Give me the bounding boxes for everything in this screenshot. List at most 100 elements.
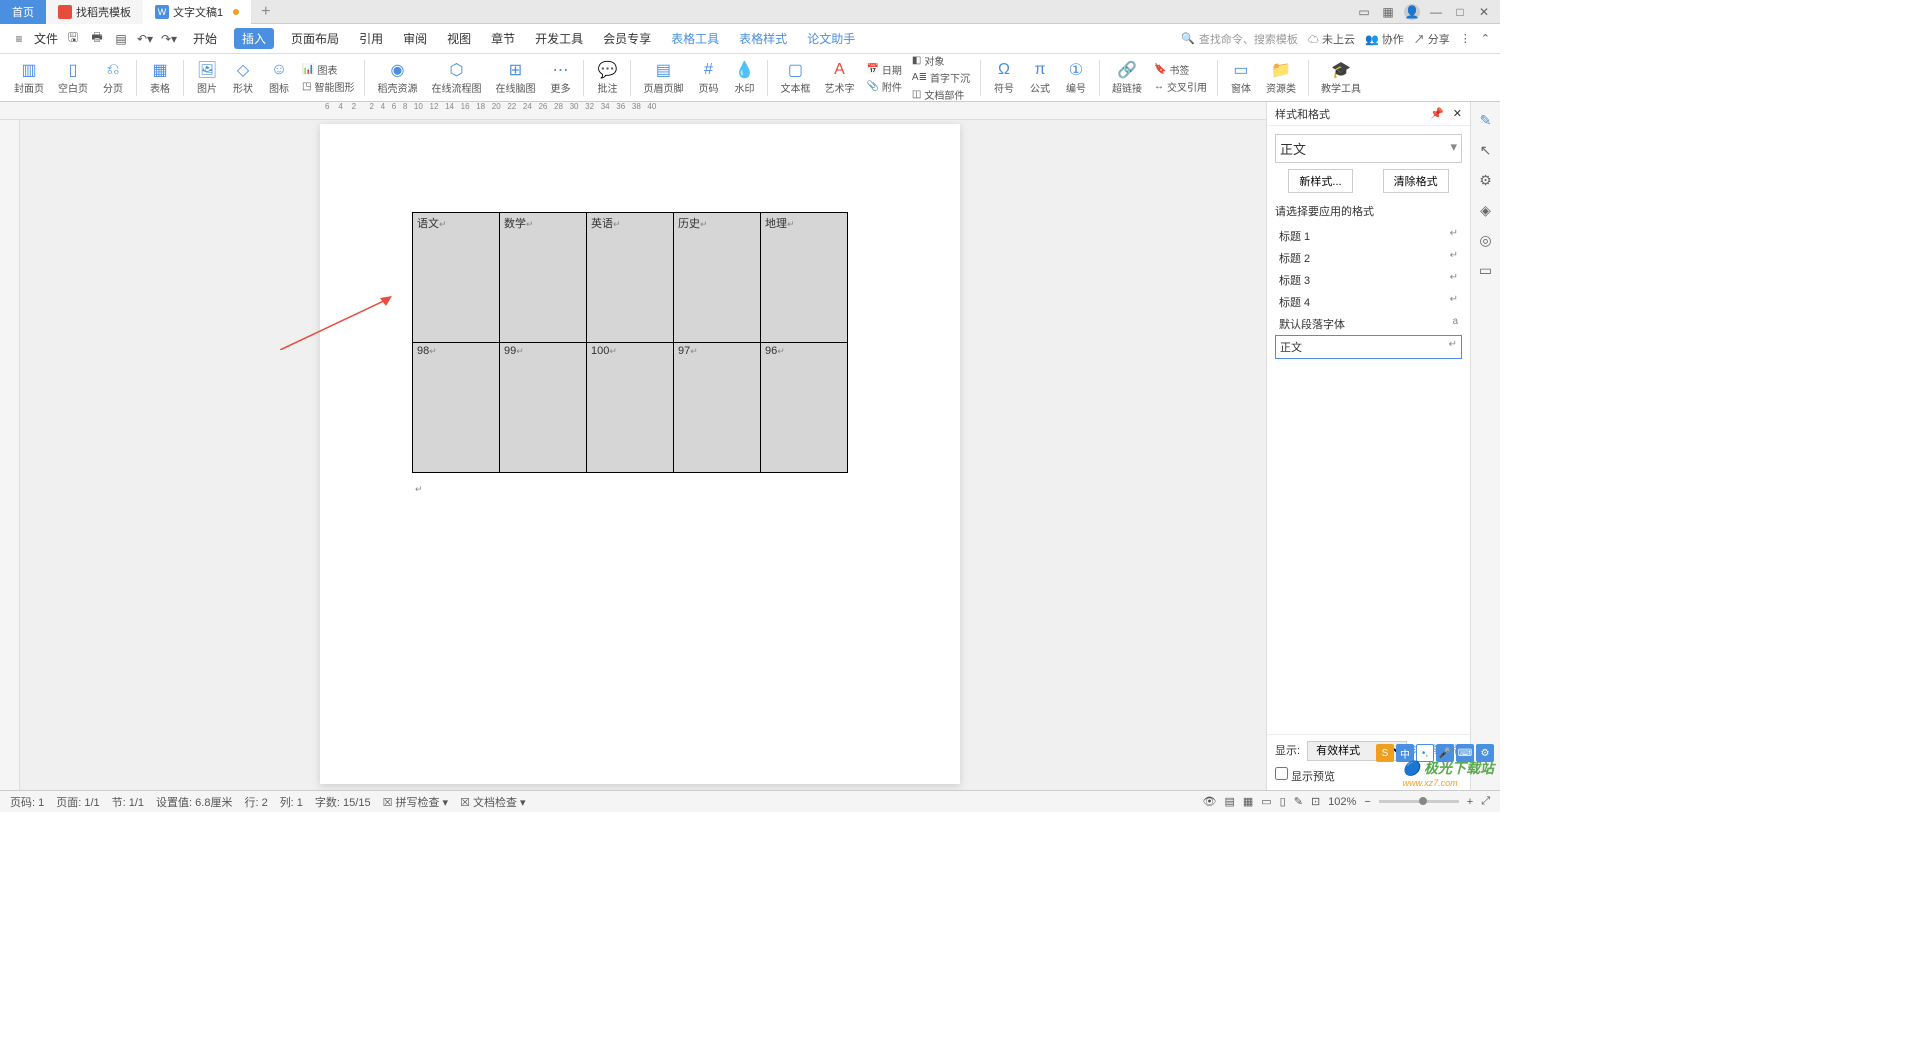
style-item-default-font[interactable]: 默认段落字体a — [1275, 313, 1462, 335]
collapse-ribbon-icon[interactable]: ⌃ — [1481, 32, 1490, 45]
undo-icon[interactable]: ↶▾ — [136, 30, 154, 48]
file-menu[interactable]: 文件 — [34, 30, 58, 47]
ribbon-textbox[interactable]: ▢文本框 — [774, 60, 816, 95]
status-pen-icon[interactable]: ✎ — [1294, 795, 1303, 808]
status-view1-icon[interactable]: ▤ — [1224, 795, 1234, 808]
maximize-button[interactable]: □ — [1452, 4, 1468, 20]
ribbon-link[interactable]: 🔗超链接 — [1106, 60, 1148, 95]
close-button[interactable]: ✕ — [1476, 4, 1492, 20]
zoom-fit-icon[interactable]: ⊡ — [1311, 795, 1320, 808]
ribbon-mind[interactable]: ⊞在线脑图 — [489, 60, 541, 95]
user-icon[interactable]: 👤 — [1404, 4, 1420, 20]
ribbon-object[interactable]: ◧ 对象 — [912, 53, 970, 68]
collab-button[interactable]: 👥 协作 — [1365, 31, 1404, 47]
status-col[interactable]: 列: 1 — [280, 794, 303, 810]
current-style-select[interactable]: 正文 ▾ — [1275, 134, 1462, 163]
grid-icon[interactable]: ▦ — [1380, 4, 1396, 20]
tab-document[interactable]: W 文字文稿1 — [143, 0, 251, 24]
zoom-slider[interactable] — [1379, 800, 1459, 803]
save-icon[interactable]: 🖫 — [64, 30, 82, 48]
ribbon-comment[interactable]: 💬批注 — [590, 60, 624, 95]
ribbon-more[interactable]: ⋯更多 — [543, 60, 577, 95]
vertical-ruler[interactable] — [0, 120, 20, 790]
share-button[interactable]: ↗ 分享 — [1414, 31, 1450, 47]
ribbon-chart[interactable]: 📊 图表 — [302, 62, 354, 77]
menu-tablestyle[interactable]: 表格样式 — [736, 28, 790, 49]
zoom-in-button[interactable]: + — [1467, 796, 1473, 808]
ribbon-icon[interactable]: ☺图标 — [262, 60, 296, 95]
status-view2-icon[interactable]: ▦ — [1243, 795, 1253, 808]
style-item-body[interactable]: 正文↵ — [1275, 335, 1462, 359]
ribbon-cover[interactable]: ▥封面页 — [8, 60, 50, 95]
status-eye-icon[interactable]: 👁 — [1202, 795, 1216, 808]
command-search[interactable]: 🔍 查找命令、搜索模板 — [1181, 31, 1298, 47]
menu-section[interactable]: 章节 — [488, 28, 518, 49]
new-style-button[interactable]: 新样式... — [1288, 169, 1352, 193]
menu-layout[interactable]: 页面布局 — [288, 28, 342, 49]
menu-member[interactable]: 会员专享 — [600, 28, 654, 49]
style-item-h1[interactable]: 标题 1↵ — [1275, 225, 1462, 247]
side-layers-icon[interactable]: ◈ — [1476, 200, 1496, 220]
ribbon-bookmark[interactable]: 🔖 书签 — [1154, 62, 1207, 77]
side-select-icon[interactable]: ↖ — [1476, 140, 1496, 160]
status-row[interactable]: 行: 2 — [244, 794, 267, 810]
panel-close-icon[interactable]: ✕ — [1453, 108, 1462, 120]
ribbon-dores[interactable]: ◉稻壳资源 — [371, 60, 423, 95]
ribbon-attach[interactable]: 📎 附件 — [866, 79, 901, 94]
status-section[interactable]: 节: 1/1 — [112, 794, 144, 810]
ribbon-blank[interactable]: ▯空白页 — [52, 60, 94, 95]
clear-format-button[interactable]: 清除格式 — [1383, 169, 1449, 193]
menu-start[interactable]: 开始 — [190, 28, 220, 49]
tab-template[interactable]: 找稻壳模板 — [46, 0, 143, 24]
ribbon-table[interactable]: ▦表格 — [143, 60, 177, 95]
ribbon-window[interactable]: ▭窗体 — [1224, 60, 1258, 95]
zoom-out-button[interactable]: − — [1364, 796, 1370, 808]
menu-ref[interactable]: 引用 — [356, 28, 386, 49]
ribbon-crossref[interactable]: ↔ 交叉引用 — [1154, 79, 1207, 94]
print-icon[interactable]: 🖶 — [88, 30, 106, 48]
minimize-button[interactable]: — — [1428, 4, 1444, 20]
ime-logo-icon[interactable]: S — [1376, 744, 1394, 762]
menu-paper[interactable]: 论文助手 — [804, 28, 858, 49]
tab-home[interactable]: 首页 — [0, 0, 46, 24]
status-chars[interactable]: 字数: 15/15 — [315, 794, 371, 810]
ribbon-symbol[interactable]: Ω符号 — [987, 60, 1021, 95]
menu-tabletool[interactable]: 表格工具 — [668, 28, 722, 49]
ribbon-teach[interactable]: 🎓教学工具 — [1315, 60, 1367, 95]
ribbon-shape[interactable]: ◇形状 — [226, 60, 260, 95]
status-spell[interactable]: ☒ 拼写检查 ▾ — [383, 794, 449, 810]
cloud-status[interactable]: ☁ 未上云 — [1308, 31, 1355, 47]
ribbon-rescls[interactable]: 📁资源类 — [1260, 60, 1302, 95]
status-view4-icon[interactable]: ▯ — [1280, 795, 1286, 808]
style-item-h2[interactable]: 标题 2↵ — [1275, 247, 1462, 269]
ribbon-image[interactable]: 🖼图片 — [190, 60, 224, 95]
add-tab-button[interactable]: + — [251, 3, 280, 21]
ribbon-header[interactable]: ▤页眉页脚 — [637, 60, 689, 95]
ribbon-water[interactable]: 💧水印 — [727, 60, 761, 95]
menu-view[interactable]: 视图 — [444, 28, 474, 49]
panel-pin-icon[interactable]: 📌 — [1430, 108, 1444, 120]
ribbon-smart[interactable]: ◳ 智能图形 — [302, 79, 354, 94]
ribbon-wordart[interactable]: A艺术字 — [818, 60, 860, 95]
style-item-h3[interactable]: 标题 3↵ — [1275, 269, 1462, 291]
ribbon-flow[interactable]: ⬡在线流程图 — [425, 60, 487, 95]
menu-dev[interactable]: 开发工具 — [532, 28, 586, 49]
zoom-value[interactable]: 102% — [1328, 796, 1356, 808]
document-canvas[interactable]: 语文↵ 数学↵ 英语↵ 历史↵ 地理↵ 98↵ 99↵ 100↵ 97↵ 96↵… — [20, 120, 1266, 790]
ribbon-firstdrop[interactable]: A≣ 首字下沉 — [912, 70, 970, 85]
ribbon-pagenum[interactable]: #页码 — [691, 60, 725, 95]
document-table[interactable]: 语文↵ 数学↵ 英语↵ 历史↵ 地理↵ 98↵ 99↵ 100↵ 97↵ 96↵ — [412, 212, 848, 473]
side-pencil-icon[interactable]: ✎ — [1476, 110, 1496, 130]
ribbon-docpart[interactable]: ◫ 文档部件 — [912, 87, 970, 102]
ribbon-number[interactable]: ①编号 — [1059, 60, 1093, 95]
status-doccheck[interactable]: ☒ 文档检查 ▾ — [460, 794, 526, 810]
preview-checkbox[interactable]: 显示预览 — [1275, 771, 1335, 783]
side-location-icon[interactable]: ◎ — [1476, 230, 1496, 250]
ribbon-break[interactable]: ⎌分页 — [96, 60, 130, 95]
status-setval[interactable]: 设置值: 6.8厘米 — [156, 794, 232, 810]
hamburger-icon[interactable]: ≡ — [10, 30, 28, 48]
side-book-icon[interactable]: ▭ — [1476, 260, 1496, 280]
layout-icon[interactable]: ▭ — [1356, 4, 1372, 20]
status-expand-icon[interactable]: ⤢ — [1481, 795, 1490, 808]
menu-review[interactable]: 审阅 — [400, 28, 430, 49]
